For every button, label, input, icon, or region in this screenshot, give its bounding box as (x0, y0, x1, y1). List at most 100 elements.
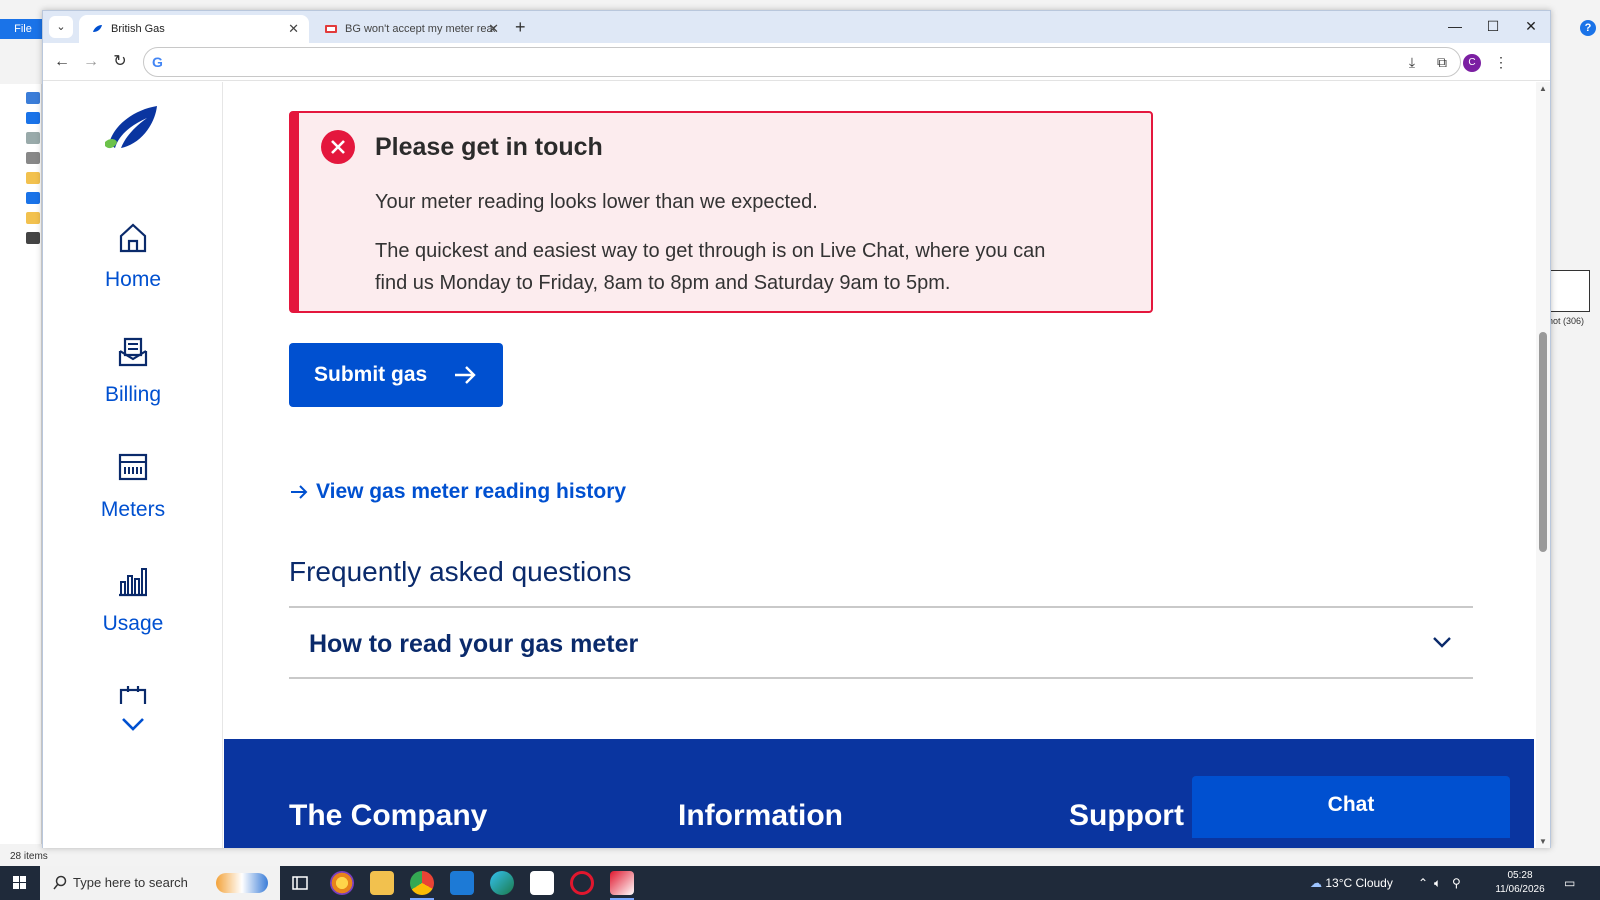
chevron-up-icon[interactable]: ⌃ (1418, 876, 1428, 890)
page-viewport: Home Billing Meters Usage Please get in … (43, 82, 1550, 848)
site-footer: The Company Information Support Chat (224, 739, 1534, 848)
faq-question: How to read your gas meter (309, 630, 639, 658)
download-icon[interactable]: ⤓ (1401, 51, 1423, 73)
search-icon (53, 875, 67, 890)
window-controls: — ☐ ✕ (1436, 11, 1550, 43)
browser-toolbar: ← → ↻ G ⤓ ⧉ C ⋮ (43, 43, 1550, 81)
alert-message: Your meter reading looks lower than we e… (375, 191, 818, 213)
sidebar-item-label: Home (104, 268, 162, 291)
kebab-menu-icon[interactable]: ⋮ (1490, 51, 1512, 73)
windows-logo-icon (13, 876, 26, 889)
close-tab-icon[interactable]: ✕ (488, 15, 499, 43)
alert-title: Please get in touch (375, 133, 603, 161)
forum-favicon-icon (325, 24, 337, 34)
cloud-icon: ☁ (1310, 876, 1322, 890)
search-highlight-image (216, 873, 268, 893)
store-icon[interactable] (530, 871, 554, 895)
close-window-button[interactable]: ✕ (1512, 11, 1550, 43)
minimize-button[interactable]: — (1436, 11, 1474, 43)
chevron-down-icon (1433, 637, 1451, 648)
task-view-icon[interactable] (288, 871, 312, 895)
meter-icon (118, 453, 148, 481)
submit-gas-label: Submit gas (314, 363, 428, 386)
sidebar-item-label: Usage (102, 612, 164, 635)
snipping-tool-icon[interactable] (610, 871, 634, 900)
file-thumbnail[interactable] (1550, 270, 1590, 312)
taskbar-clock[interactable]: 05:28 11/06/2026 (1490, 869, 1550, 897)
weather-widget[interactable]: ☁ 13°C Cloudy (1310, 876, 1393, 890)
arrow-right-icon (291, 485, 308, 499)
tab-forum-post[interactable]: BG won't accept my meter read ✕ (313, 15, 509, 43)
scroll-down-arrow-icon[interactable]: ▼ (1539, 837, 1547, 846)
explorer-navigation-pane (0, 84, 42, 844)
footer-heading-information: Information (678, 799, 843, 832)
file-thumbnail-label: hot (306) (1548, 316, 1585, 326)
sidebar-nav: Home Billing Meters Usage (43, 82, 223, 848)
network-icon[interactable]: ⚲ (1452, 876, 1461, 890)
scrollbar-thumb[interactable] (1539, 332, 1547, 552)
tab-strip: ⌄ British Gas ✕ BG won't accept my meter… (43, 11, 1550, 43)
tab-british-gas[interactable]: British Gas ✕ (79, 15, 309, 43)
opera-icon[interactable] (570, 871, 594, 895)
google-g-icon: G (152, 54, 163, 70)
chevron-down-icon[interactable] (119, 714, 147, 734)
speaker-icon[interactable]: 🔈︎ (1434, 876, 1441, 891)
maximize-button[interactable]: ☐ (1474, 11, 1512, 43)
notification-icon[interactable]: ▭ (1564, 876, 1575, 890)
windows-taskbar: Type here to search ☁ 13°C Cloudy ⌃ 🔈︎ ⚲… (0, 866, 1600, 900)
edge-icon[interactable] (490, 871, 514, 895)
next-sidebar-item-icon[interactable] (117, 684, 149, 704)
file-menu-button[interactable]: File (0, 19, 46, 39)
outlook-icon[interactable] (450, 871, 474, 895)
browser-window: ⌄ British Gas ✕ BG won't accept my meter… (42, 10, 1551, 848)
error-x-icon (321, 130, 355, 164)
tab-title: British Gas (111, 23, 165, 35)
view-reading-history-link[interactable]: View gas meter reading history (290, 480, 626, 504)
tab-title: BG won't accept my meter read (345, 23, 495, 35)
submit-gas-button[interactable]: Submit gas (289, 343, 503, 407)
profile-avatar[interactable]: C (1463, 54, 1481, 72)
reload-icon[interactable]: ↻ (109, 51, 131, 73)
taskbar-search-placeholder: Type here to search (73, 875, 188, 890)
british-gas-favicon-icon (91, 24, 103, 34)
explorer-status-count: 28 items (10, 851, 48, 862)
tab-search-button[interactable]: ⌄ (49, 16, 73, 38)
arrow-right-icon (455, 366, 476, 384)
address-bar[interactable]: G (143, 47, 1461, 77)
taskbar-search-input[interactable]: Type here to search (40, 866, 280, 900)
file-explorer-icon[interactable] (370, 871, 394, 895)
faq-accordion-item[interactable]: How to read your gas meter (289, 606, 1473, 679)
sidebar-item-label: Billing (104, 383, 162, 406)
home-icon (119, 223, 147, 253)
british-gas-logo[interactable] (103, 104, 163, 154)
scroll-up-arrow-icon[interactable]: ▲ (1539, 84, 1547, 93)
main-content: Please get in touch Your meter reading l… (224, 82, 1534, 848)
browser-app-icon[interactable] (330, 871, 354, 895)
faq-heading: Frequently asked questions (289, 556, 632, 587)
close-tab-icon[interactable]: ✕ (288, 15, 299, 43)
new-tab-button[interactable]: + (515, 16, 526, 38)
error-alert: Please get in touch Your meter reading l… (289, 111, 1153, 313)
footer-heading-company: The Company (289, 799, 488, 832)
sidebar-item-usage[interactable]: Usage (43, 564, 223, 636)
help-icon[interactable]: ? (1580, 20, 1596, 36)
billing-icon (118, 337, 148, 367)
forward-arrow-icon[interactable]: → (80, 51, 102, 73)
weather-text: 13°C Cloudy (1325, 876, 1393, 890)
chrome-icon[interactable] (410, 871, 434, 900)
usage-chart-icon (119, 568, 147, 597)
footer-heading-support: Support (1069, 799, 1184, 832)
sidebar-item-meters[interactable]: Meters (43, 450, 223, 522)
clock-date: 11/06/2026 (1495, 884, 1545, 895)
history-link-label: View gas meter reading history (316, 480, 627, 503)
start-button[interactable] (0, 866, 40, 900)
alert-live-chat-message: The quickest and easiest way to get thro… (375, 240, 1046, 294)
page-scrollbar[interactable]: ▲ ▼ (1536, 82, 1550, 848)
sidebar-item-home[interactable]: Home (43, 220, 223, 292)
sidebar-item-billing[interactable]: Billing (43, 335, 223, 407)
chat-button[interactable]: Chat (1192, 776, 1510, 838)
extensions-icon[interactable]: ⧉ (1431, 51, 1453, 73)
clock-time: 05:28 (1507, 870, 1533, 881)
back-arrow-icon[interactable]: ← (51, 51, 73, 73)
sidebar-item-label: Meters (100, 498, 166, 521)
